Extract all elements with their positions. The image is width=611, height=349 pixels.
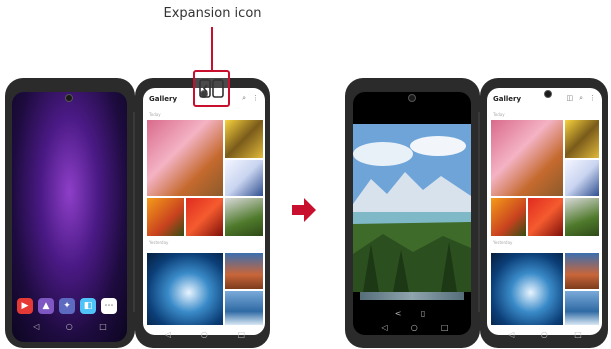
- gallery-screen: Gallery ⌕ ⋮ Today Yesterday: [143, 88, 265, 335]
- more-icon[interactable]: ⋮: [252, 94, 259, 103]
- gallery-header-icons: ⌕ ⋮: [242, 94, 259, 103]
- transition-arrow-icon: [292, 198, 316, 222]
- gallery-header-icons: ◫ ⌕ ⋮: [566, 94, 596, 103]
- photo-sky[interactable]: [225, 291, 263, 325]
- section-label: Yesterday: [149, 240, 169, 245]
- delete-icon[interactable]: ▯: [421, 309, 425, 318]
- recent-icon[interactable]: □: [238, 330, 246, 339]
- recent-icon[interactable]: □: [99, 322, 107, 331]
- home-icon[interactable]: ○: [411, 323, 418, 332]
- front-camera: [544, 90, 552, 98]
- recent-icon[interactable]: □: [574, 330, 582, 339]
- photo-wave[interactable]: [147, 253, 223, 325]
- gallery-screen: Gallery ◫ ⌕ ⋮ Today Yesterday: [487, 88, 602, 335]
- app-dock: ▶ ▲ ✦ ◧ ⋯: [17, 298, 117, 314]
- photos-icon[interactable]: ▲: [38, 298, 54, 314]
- front-camera: [408, 94, 416, 102]
- photo-flower[interactable]: [565, 160, 599, 196]
- photo-garden[interactable]: [225, 198, 263, 236]
- nav-bar-gallery: ◁ ○ □: [495, 330, 595, 339]
- photo-leaves[interactable]: [147, 198, 184, 236]
- section-label: Today: [493, 112, 505, 117]
- photo-tulips[interactable]: [491, 120, 563, 196]
- search-icon[interactable]: ⌕: [242, 94, 246, 103]
- photo-garden[interactable]: [565, 198, 599, 236]
- back-icon[interactable]: ◁: [33, 322, 39, 331]
- thumbnail-strip[interactable]: [360, 292, 464, 300]
- photo-tulips[interactable]: [147, 120, 223, 196]
- expansion-icon-callout-label: Expansion icon: [163, 6, 262, 21]
- expansion-icon[interactable]: ◫: [566, 94, 573, 103]
- photo-monument[interactable]: [565, 253, 599, 289]
- back-icon[interactable]: ◁: [165, 330, 171, 339]
- recent-icon[interactable]: □: [441, 323, 449, 332]
- section-label: Today: [149, 112, 161, 117]
- section-label: Yesterday: [493, 240, 513, 245]
- home-icon[interactable]: ○: [66, 322, 73, 331]
- nav-bar-main: ◁ ○ □: [20, 321, 120, 331]
- gallery-title: Gallery: [493, 95, 522, 103]
- photo-sky[interactable]: [565, 291, 599, 325]
- expansion-icon-highlight[interactable]: [193, 70, 230, 107]
- photo-sunflowers[interactable]: [565, 120, 599, 158]
- photo-wave[interactable]: [491, 253, 563, 325]
- back-icon[interactable]: ◁: [508, 330, 514, 339]
- game-icon[interactable]: ✦: [59, 298, 75, 314]
- home-icon[interactable]: ○: [201, 330, 208, 339]
- nav-bar-gallery: ◁ ○ □: [150, 330, 260, 339]
- home-icon[interactable]: ○: [541, 330, 548, 339]
- back-icon[interactable]: ◁: [382, 323, 388, 332]
- youtube-icon[interactable]: ▶: [17, 298, 33, 314]
- dual-screen-icon[interactable]: ◧: [80, 298, 96, 314]
- photo-red-leaves[interactable]: [186, 198, 223, 236]
- photo-monument[interactable]: [225, 253, 263, 289]
- share-icon[interactable]: <: [395, 309, 402, 318]
- expansion-icon[interactable]: [195, 72, 228, 105]
- gallery-title: Gallery: [149, 95, 178, 103]
- more-icon[interactable]: ⋮: [589, 94, 596, 103]
- photo-sunflowers[interactable]: [225, 120, 263, 158]
- photo-leaves[interactable]: [491, 198, 526, 236]
- front-camera: [65, 94, 73, 102]
- search-icon[interactable]: ⌕: [579, 94, 583, 103]
- photo-flower[interactable]: [225, 160, 263, 196]
- viewer-actions: < ▯: [385, 309, 435, 318]
- apps-icon[interactable]: ⋯: [101, 298, 117, 314]
- photo-red-leaves[interactable]: [528, 198, 563, 236]
- expanded-photo-landscape[interactable]: [353, 124, 471, 292]
- nav-bar-viewer: ◁ ○ □: [370, 323, 460, 332]
- callout-leader-line: [211, 27, 213, 70]
